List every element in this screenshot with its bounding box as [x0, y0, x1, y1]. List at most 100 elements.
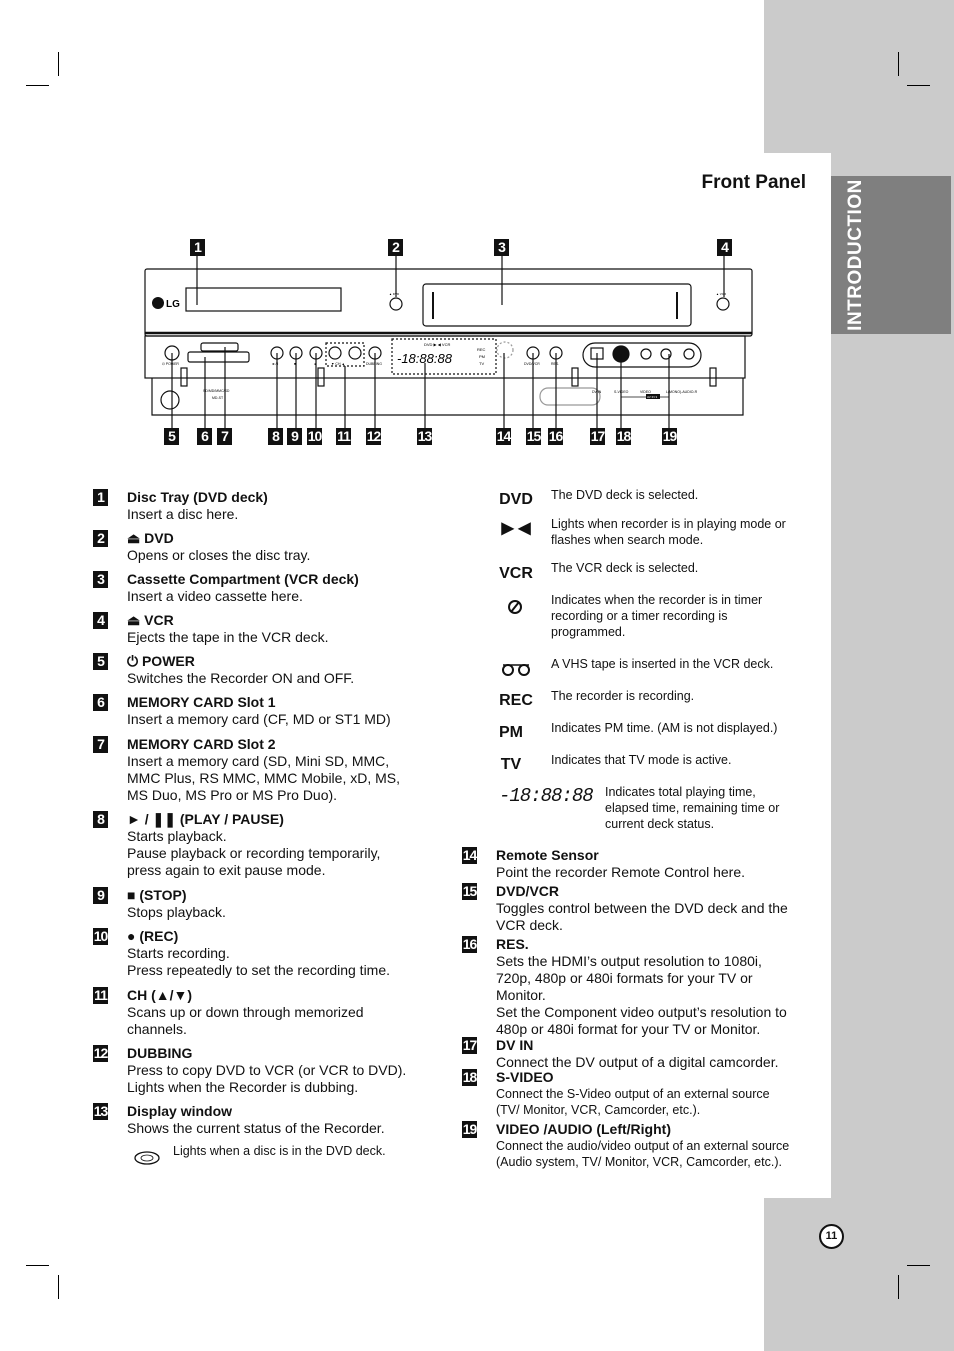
timer-icon [508, 600, 522, 614]
play-pause-label: ►/II [272, 362, 278, 366]
item-title: ⏻ POWER [127, 653, 195, 669]
callout-badge: 4 [717, 239, 732, 256]
item-badge: 6 [93, 694, 108, 711]
item-badge: 7 [93, 736, 108, 753]
item-desc: Press repeatedly to set the recording ti… [127, 962, 391, 978]
card-label: MD-ST [212, 396, 224, 400]
item-badge: 4 [93, 612, 108, 629]
stop-label: ■ [294, 362, 296, 366]
eject-vcr-button [716, 297, 730, 311]
item-title: DV IN [496, 1037, 534, 1053]
video-label: VIDEO [640, 390, 651, 394]
tape-icon [502, 664, 530, 676]
callout-badge: 8 [268, 428, 283, 445]
video-port [640, 348, 652, 360]
callout-badge: 18 [616, 428, 631, 445]
item-desc: press again to exit pause mode. [127, 862, 326, 878]
item-title: Disc Tray (DVD deck) [127, 489, 268, 505]
item-badge: 15 [462, 883, 477, 900]
item-badge: 16 [462, 936, 477, 953]
lg-logo-icon [152, 297, 164, 309]
item-desc: Starts playback. [127, 828, 227, 844]
item-badge: 1 [93, 489, 108, 506]
item-desc: VCR deck. [496, 917, 563, 933]
crop-mark [898, 1275, 899, 1299]
symbol-desc: The DVD deck is selected. [551, 488, 699, 502]
sidebar-background [764, 1198, 954, 1351]
item-title: Remote Sensor [496, 847, 599, 863]
item-title: MEMORY CARD Slot 2 [127, 736, 276, 752]
ch-up-button [348, 346, 362, 360]
remote-sensor [496, 341, 514, 359]
symbol-desc: Indicates that TV mode is active. [551, 753, 732, 767]
display-pm: PM [479, 354, 485, 359]
crop-mark [58, 1275, 59, 1299]
tv-text: TV [500, 756, 522, 773]
section-tab: INTRODUCTION [831, 176, 951, 334]
item-badge: 14 [462, 847, 477, 864]
item-title: ► / ❚❚ (PLAY / PAUSE) [127, 811, 284, 827]
ch-label: ▼ CH ▲ [331, 362, 345, 366]
item-title: Display window [127, 1103, 233, 1119]
symbol-desc: Indicates PM time. (AM is not displayed.… [551, 721, 778, 735]
dvd-tray [185, 287, 342, 312]
callout-badge: 7 [217, 428, 232, 445]
brand-logo: LG [166, 299, 180, 310]
crop-mark [898, 52, 899, 76]
item-desc: Insert a memory card (SD, Mini SD, MMC, [127, 753, 390, 769]
item-badge: 3 [93, 571, 108, 588]
crop-mark [58, 52, 59, 76]
symbol-desc: The VCR deck is selected. [551, 561, 699, 575]
item-desc: Switches the Recorder ON and OFF. [127, 670, 355, 686]
item-desc: Insert a memory card (CF, MD or ST1 MD) [127, 711, 391, 727]
vcr-text: VCR [499, 565, 533, 582]
item-desc: Pause playback or recording temporarily, [127, 845, 381, 861]
front-panel-diagram: LG ▲ DVD ▲ VCR ⏻ POWER ►/II ■ ● ▼ CH ▲ D… [144, 245, 753, 430]
item-desc: Set the Component video output’s resolut… [496, 1004, 787, 1020]
dvd-text: DVD [499, 491, 533, 508]
item-title: ⏏ DVD [127, 530, 174, 546]
item-badge: 2 [93, 530, 108, 547]
item-desc: 720p, 480p or 480i formats for your TV o… [496, 970, 753, 986]
crop-mark [26, 85, 49, 86]
item-desc: Sets the HDMI’s output resolution to 108… [496, 953, 762, 969]
item-badge: 17 [462, 1037, 477, 1054]
item-desc: 480p or 480i format for your TV or Monit… [496, 1021, 761, 1037]
card-slot-1 [187, 351, 250, 363]
section-tab-label: INTRODUCTION [845, 179, 866, 331]
disc-icon [134, 1151, 160, 1165]
callout-badge: 13 [417, 428, 432, 445]
item-badge: 9 [93, 887, 108, 904]
item-badge: 8 [93, 811, 108, 828]
callout-badge: 19 [662, 428, 677, 445]
page-number: 11 [819, 1224, 844, 1249]
item-title: S-VIDEO [496, 1069, 554, 1085]
symbol-desc: Lights when a disc is in the DVD deck. [173, 1144, 386, 1158]
item-desc: Opens or closes the disc tray. [127, 547, 311, 563]
s-video-label: S-VIDEO [614, 390, 629, 394]
item-badge: 5 [93, 653, 108, 670]
item-title: MEMORY CARD Slot 1 [127, 694, 276, 710]
play-search-icon: ▶ ◀ [501, 520, 531, 537]
symbol-desc: Indicates total playing time, elapsed ti… [605, 785, 780, 831]
av-in-label: AV IN 3 [647, 395, 657, 399]
item-badge: 19 [462, 1121, 477, 1138]
item-desc: (Audio system, TV/ Monitor, VCR, Camcord… [496, 1155, 782, 1169]
sidebar-background [764, 0, 954, 153]
audio-label: L(MONO)-AUDIO-R [666, 390, 698, 394]
item-desc: Shows the current status of the Recorder… [127, 1120, 385, 1136]
item-desc: Scans up or down through memorized [127, 1004, 364, 1020]
item-badge: 11 [93, 987, 108, 1004]
item-title: CH (▲/▼) [127, 987, 193, 1003]
item-desc: Stops playback. [127, 904, 226, 920]
audio-r-port [683, 348, 695, 360]
callout-badge: 2 [388, 239, 403, 256]
callout-badge: 1 [190, 239, 205, 256]
display-digits: -18:88:88 [397, 351, 453, 366]
power-label: ⏻ POWER [162, 362, 179, 366]
item-desc: Insert a video cassette here. [127, 588, 303, 604]
dv-in-label: DV IN [592, 390, 602, 394]
callout-badge: 6 [197, 428, 212, 445]
callout-badge: 11 [336, 428, 351, 445]
item-desc: Connect the audio/video output of an ext… [496, 1139, 790, 1153]
